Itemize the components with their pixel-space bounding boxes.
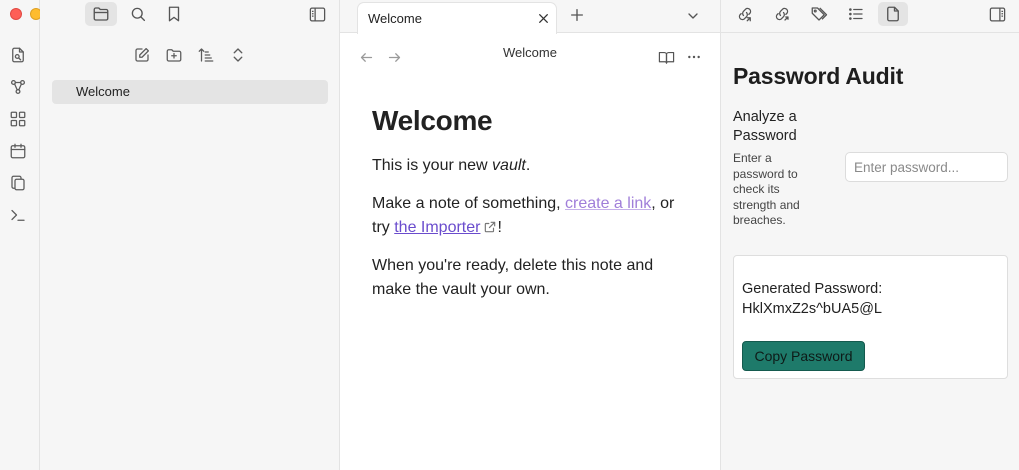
password-input[interactable] <box>845 152 1008 182</box>
panel-title: Password Audit <box>733 63 904 89</box>
note-heading: Welcome <box>372 105 493 136</box>
right-sidebar-toggle-button[interactable] <box>982 2 1012 26</box>
sidebar-toggle-button[interactable] <box>301 2 333 26</box>
paragraph-text: This is your new <box>372 157 493 174</box>
new-folder-button[interactable] <box>161 42 187 68</box>
sidebar-toggle-icon <box>988 5 1007 24</box>
generated-password-label: Generated Password: <box>742 281 883 297</box>
external-link-icon <box>483 220 497 234</box>
analyze-heading: Analyze a Password <box>733 109 797 144</box>
right-sidebar-tabs <box>721 0 1019 33</box>
search-tab-button[interactable] <box>122 2 154 26</box>
open-quick-switcher-icon[interactable] <box>6 43 30 67</box>
tab-bar: Welcome <box>340 0 720 34</box>
right-sidebar: Password Audit Analyze a Password Enter … <box>720 0 1019 470</box>
plus-icon <box>569 7 585 23</box>
note-paragraph-3: When you're ready, delete this note and … <box>372 257 654 298</box>
outline-icon <box>847 5 865 23</box>
backlinks-tab-button[interactable] <box>730 2 760 26</box>
new-tab-button[interactable] <box>566 4 588 26</box>
reading-view-button[interactable] <box>655 46 677 68</box>
files-tab-button[interactable] <box>85 2 117 26</box>
tags-tab-button[interactable] <box>804 2 834 26</box>
more-options-button[interactable] <box>683 46 705 68</box>
sort-button[interactable] <box>193 42 219 68</box>
note-content[interactable]: Welcome This is your new vault. Make a n… <box>372 104 692 302</box>
command-palette-icon[interactable] <box>6 203 30 227</box>
canvas-icon[interactable] <box>6 107 30 131</box>
templates-icon[interactable] <box>6 171 30 195</box>
file-explorer-sidebar: Welcome <box>40 0 340 470</box>
bookmarks-tab-button[interactable] <box>158 2 190 26</box>
note-paragraph-2: Make a note of something, create a link,… <box>372 192 692 240</box>
close-icon[interactable] <box>534 9 552 27</box>
file-properties-tab-button[interactable] <box>878 2 908 26</box>
sort-icon <box>197 46 215 64</box>
collapse-expand-icon <box>229 46 247 64</box>
chevron-down-icon <box>685 8 701 24</box>
tab-label: Welcome <box>368 11 422 26</box>
collapse-expand-button[interactable] <box>225 42 251 68</box>
paragraph-text: . <box>525 157 531 174</box>
files-icon <box>92 5 110 23</box>
new-folder-icon <box>165 46 183 64</box>
graph-view-icon[interactable] <box>6 75 30 99</box>
paragraph-text: ! <box>497 219 502 236</box>
file-icon <box>884 5 902 23</box>
generated-password-value[interactable]: HklXmxZ2s^bUA5@L <box>742 301 882 317</box>
new-note-button[interactable] <box>129 42 155 68</box>
generated-password-card: Generated Password: HklXmxZ2s^bUA5@L Cop… <box>733 255 1008 379</box>
tags-icon <box>810 5 828 23</box>
ribbon <box>0 0 62 470</box>
note-paragraph-1: This is your new vault. <box>372 154 692 178</box>
file-tree-item-welcome[interactable]: Welcome <box>52 80 328 104</box>
daily-note-icon[interactable] <box>6 139 30 163</box>
book-open-icon <box>658 49 675 66</box>
analyze-description: Enter a password to check its strength a… <box>733 151 800 227</box>
more-horizontal-icon <box>686 49 702 65</box>
window-close-button[interactable] <box>10 8 22 20</box>
tab-list-button[interactable] <box>682 5 704 27</box>
file-tree-item-label: Welcome <box>76 84 130 99</box>
bookmarks-icon <box>165 5 183 23</box>
backlinks-icon <box>736 5 754 23</box>
editor-pane: Welcome Welcome Welcome This is your new… <box>340 0 720 470</box>
outgoing-links-tab-button[interactable] <box>767 2 797 26</box>
sidebar-toggle-icon <box>308 5 327 24</box>
outgoing-links-icon <box>773 5 791 23</box>
search-icon <box>129 5 147 23</box>
create-link-link[interactable]: create a link <box>565 195 651 212</box>
new-note-icon <box>133 46 151 64</box>
outline-tab-button[interactable] <box>841 2 871 26</box>
tab-welcome[interactable]: Welcome <box>357 2 557 34</box>
paragraph-text: Make a note of something, <box>372 195 565 212</box>
copy-password-button[interactable]: Copy Password <box>742 341 865 371</box>
importer-link[interactable]: the Importer <box>394 219 480 236</box>
emphasis-text: vault <box>492 157 526 174</box>
